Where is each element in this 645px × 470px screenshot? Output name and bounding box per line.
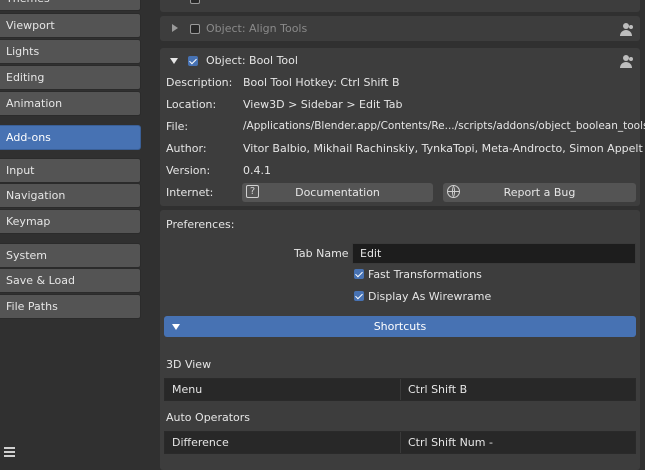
sidebar-item-animation[interactable]: Animation: [0, 91, 141, 116]
addon-title: Object: Align Tools: [206, 22, 308, 35]
sidebar-item-system[interactable]: System: [0, 243, 141, 268]
fast-transformations-label: Fast Transformations: [368, 268, 482, 281]
preferences-title: Preferences:: [166, 218, 235, 231]
hamburger-menu-icon[interactable]: [4, 447, 15, 457]
addon-preferences-panel: Preferences: Tab Name Edit Fast Transfor…: [160, 210, 640, 470]
sidebar-item-file-paths[interactable]: File Paths: [0, 294, 141, 319]
addon-row-align-tools[interactable]: Object: Align Tools: [160, 16, 640, 41]
internet-label: Internet:: [166, 186, 214, 199]
description-value: Bool Tool Hotkey: Ctrl Shift B: [243, 76, 400, 89]
help-icon: ?: [246, 185, 259, 198]
tab-name-input[interactable]: Edit: [352, 243, 636, 264]
expand-arrow-icon[interactable]: [172, 24, 178, 32]
addon-row-top-cut[interactable]: [160, 0, 640, 12]
sidebar-item-save-load[interactable]: Save & Load: [0, 268, 141, 293]
location-value: View3D > Sidebar > Edit Tab: [243, 98, 403, 111]
sidebar-item-addons[interactable]: Add-ons: [0, 125, 141, 150]
fast-transformations-checkbox[interactable]: [354, 269, 364, 279]
author-value: Vitor Balbio, Mikhail Rachinskiy, TynkaT…: [243, 142, 643, 155]
sidebar-item-themes[interactable]: Themes: [0, 0, 141, 11]
file-label: File:: [166, 120, 189, 133]
version-value: 0.4.1: [243, 164, 271, 177]
sidebar-item-lights[interactable]: Lights: [0, 39, 141, 64]
display-wireframe-label: Display As Wirewrame: [368, 290, 492, 303]
sidebar-item-navigation[interactable]: Navigation: [0, 183, 141, 208]
preferences-sidebar: Themes Viewport Lights Editing Animation…: [0, 0, 150, 465]
keymap-row-menu[interactable]: Menu Ctrl Shift B: [164, 378, 636, 401]
report-bug-button[interactable]: Report a Bug: [443, 183, 636, 202]
shortcut-group-title: Auto Operators: [166, 411, 251, 424]
addon-panel-bool-tool: Object: Bool Tool Description: Bool Tool…: [160, 48, 645, 206]
documentation-button-label: Documentation: [295, 186, 380, 199]
sidebar-item-viewport[interactable]: Viewport: [0, 13, 141, 38]
shortcuts-header-label: Shortcuts: [373, 320, 427, 333]
shortcut-group-title: 3D View: [166, 358, 212, 371]
display-wireframe-checkbox[interactable]: [354, 291, 364, 301]
sidebar-item-editing[interactable]: Editing: [0, 65, 141, 90]
community-user-icon: [620, 55, 634, 68]
file-value: /Applications/Blender.app/Contents/Re...…: [243, 120, 645, 132]
tab-name-label: Tab Name: [294, 247, 349, 260]
addon-enable-checkbox[interactable]: [188, 56, 198, 66]
keymap-item-key[interactable]: Ctrl Shift B: [401, 379, 637, 400]
description-label: Description:: [166, 76, 233, 89]
community-user-icon: [620, 23, 634, 36]
collapse-arrow-icon[interactable]: [170, 58, 178, 64]
globe-icon: [447, 185, 460, 198]
documentation-button[interactable]: ? Documentation: [242, 183, 433, 202]
addon-enable-checkbox[interactable]: [190, 0, 200, 4]
collapse-arrow-icon: [172, 324, 180, 330]
author-label: Author:: [166, 142, 207, 155]
sidebar-item-input[interactable]: Input: [0, 158, 141, 183]
shortcuts-header[interactable]: Shortcuts: [164, 316, 636, 337]
keymap-item-key[interactable]: Ctrl Shift Num -: [401, 432, 637, 453]
keymap-item-name: Difference: [172, 436, 229, 449]
keymap-row-difference[interactable]: Difference Ctrl Shift Num -: [164, 431, 636, 454]
keymap-item-name: Menu: [172, 383, 203, 396]
report-bug-button-label: Report a Bug: [503, 186, 576, 199]
addons-list: Object: Align Tools Object: Bool Tool De…: [158, 0, 645, 470]
sidebar-item-keymap[interactable]: Keymap: [0, 209, 141, 234]
location-label: Location:: [166, 98, 217, 111]
addon-enable-checkbox[interactable]: [190, 24, 200, 34]
addon-title: Object: Bool Tool: [206, 54, 298, 67]
version-label: Version:: [166, 164, 211, 177]
